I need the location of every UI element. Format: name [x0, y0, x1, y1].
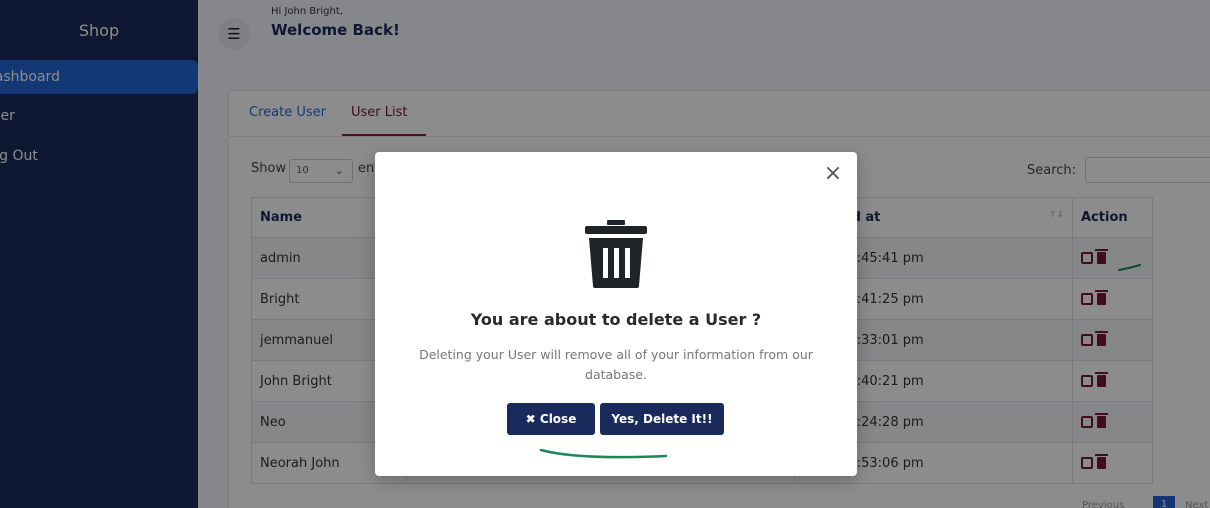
modal-title: You are about to delete a User ?	[470, 310, 762, 329]
delete-confirm-modal: × You are about to delete a User ? Delet…	[375, 152, 857, 476]
trash-icon	[585, 220, 647, 288]
modal-close-button[interactable]: ✖ Close	[507, 403, 595, 435]
confirm-delete-button[interactable]: Yes, Delete It!!	[600, 403, 724, 435]
close-icon[interactable]: ×	[821, 162, 845, 186]
annotation-underline	[539, 448, 668, 459]
modal-message: Deleting your User will remove all of yo…	[419, 347, 813, 382]
